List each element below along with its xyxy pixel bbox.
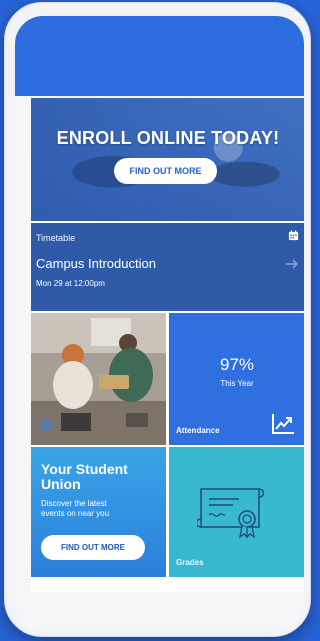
student-union-tile: Your Student Union Discover the latest e… [31,447,166,577]
timetable-label: Timetable [36,233,76,243]
attendance-tile[interactable]: 97% This Year Attendance [169,313,304,445]
union-title: Your Student Union [41,461,128,492]
attendance-label: Attendance [176,426,220,435]
promo-title: ENROLL ONLINE TODAY! [56,128,280,148]
arrow-right-icon[interactable] [285,257,299,271]
grades-tile[interactable]: Grades [169,447,304,577]
grades-label: Grades [176,558,204,567]
event-time: Mon 29 at 12:00pm [36,279,105,288]
promo-find-out-more-button[interactable]: FIND OUT MORE [114,158,217,184]
app-header [15,16,304,96]
timetable-card[interactable]: Timetable Campus Introduction Mon 29 at … [31,223,304,311]
event-title: Campus Introduction [36,256,156,271]
students-photo [31,313,166,445]
attendance-value: 97% [219,355,255,374]
trending-up-icon [272,414,294,434]
enroll-promo-banner: ENROLL ONLINE TODAY! FIND OUT MORE [31,98,304,221]
campus-photo-tile [31,313,166,445]
union-find-out-more-button[interactable]: FIND OUT MORE [41,535,145,560]
phone-frame: ENROLL ONLINE TODAY! FIND OUT MORE Timet… [4,2,311,637]
calendar-icon[interactable] [288,230,299,241]
certificate-icon [197,488,265,539]
phone-screen: ENROLL ONLINE TODAY! FIND OUT MORE Timet… [15,16,304,631]
dashboard: ENROLL ONLINE TODAY! FIND OUT MORE Timet… [31,98,304,592]
union-description: Discover the latest events on near you [41,499,110,518]
attendance-period: This Year [220,379,254,388]
